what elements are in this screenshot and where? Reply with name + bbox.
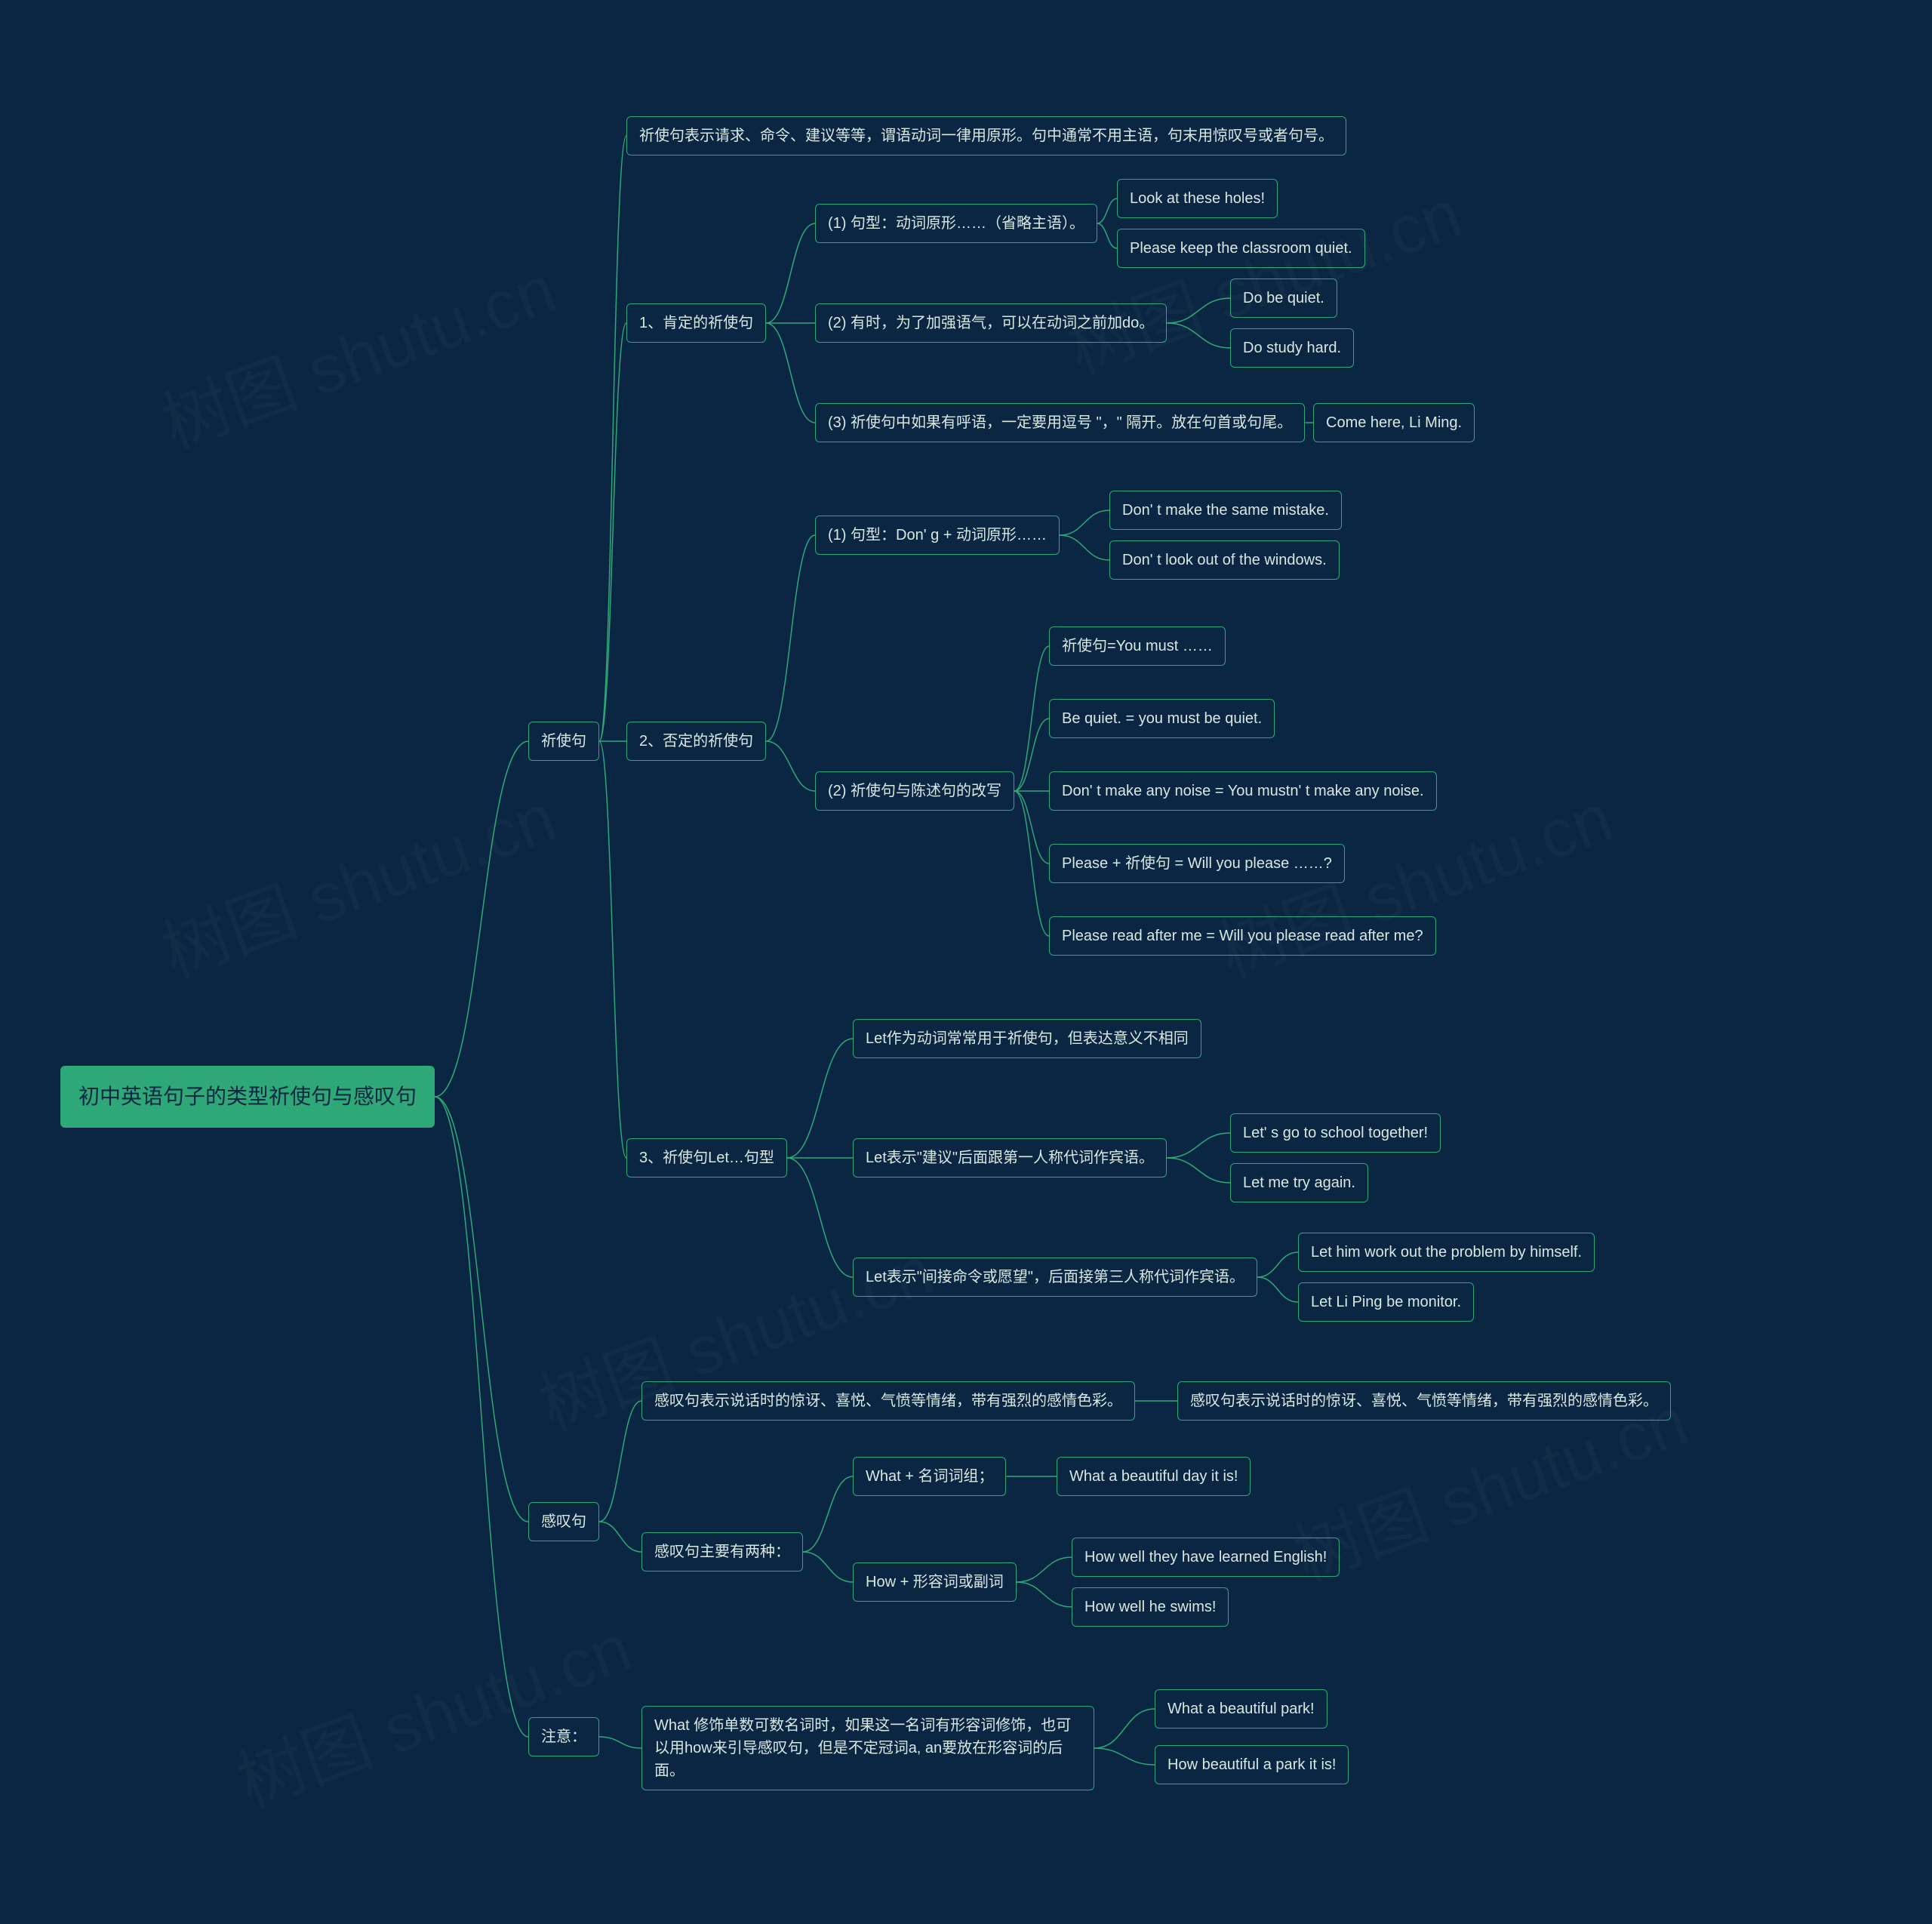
label: Don' t make the same mistake. bbox=[1122, 499, 1329, 522]
label: Please keep the classroom quiet. bbox=[1130, 237, 1352, 260]
leaf-c2-2a: 祈使句=You must …… bbox=[1049, 626, 1226, 666]
leaf-c1-2a: Do be quiet. bbox=[1230, 279, 1337, 318]
leaf-c3-3a: Let him work out the problem by himself. bbox=[1298, 1233, 1595, 1272]
node-d1r: 感叹句表示说话时的惊讶、喜悦、气愤等情绪，带有强烈的感情色彩。 bbox=[1177, 1381, 1671, 1421]
label: 2、否定的祈使句 bbox=[639, 730, 753, 753]
watermark: 树图 shutu.cn bbox=[146, 235, 567, 468]
node-e1: What 修饰单数可数名词时，如果这一名词有形容词修饰，也可以用how来引导感叹… bbox=[641, 1706, 1094, 1790]
label: Let表示"间接命令或愿望"，后面接第三人称代词作宾语。 bbox=[866, 1266, 1244, 1288]
label: Look at these holes! bbox=[1130, 187, 1265, 210]
node-c3-2: Let表示"建议"后面跟第一人称代词作宾语。 bbox=[853, 1138, 1167, 1177]
leaf-d2-2a: How well they have learned English! bbox=[1072, 1538, 1340, 1577]
leaf-e1a: What a beautiful park! bbox=[1155, 1689, 1327, 1729]
leaf-c2-2b: Be quiet. = you must be quiet. bbox=[1049, 699, 1275, 738]
label: 感叹句 bbox=[541, 1510, 586, 1533]
node-zhuyi: 注意： bbox=[528, 1717, 599, 1756]
label: How well they have learned English! bbox=[1084, 1546, 1327, 1568]
node-intro: 祈使句表示请求、命令、建议等等，谓语动词一律用原形。句中通常不用主语，句末用惊叹… bbox=[626, 116, 1346, 155]
leaf-c1-2b: Do study hard. bbox=[1230, 328, 1354, 368]
label: Please read after me = Will you please r… bbox=[1062, 925, 1423, 947]
label: 感叹句表示说话时的惊讶、喜悦、气愤等情绪，带有强烈的感情色彩。 bbox=[654, 1390, 1122, 1412]
label: Let Li Ping be monitor. bbox=[1311, 1291, 1461, 1313]
label: Let me try again. bbox=[1243, 1171, 1355, 1194]
label: 祈使句 bbox=[541, 730, 586, 753]
leaf-c2-2d: Please + 祈使句 = Will you please ……? bbox=[1049, 844, 1345, 883]
label: How + 形容词或副词 bbox=[866, 1571, 1004, 1593]
label: Let him work out the problem by himself. bbox=[1311, 1241, 1582, 1264]
label: 注意： bbox=[541, 1725, 586, 1748]
node-c1-2: (2) 有时，为了加强语气，可以在动词之前加do。 bbox=[815, 303, 1167, 343]
node-c1-1: (1) 句型：动词原形……（省略主语）。 bbox=[815, 204, 1097, 243]
node-c1-3: (3) 祈使句中如果有呼语，一定要用逗号 "，" 隔开。放在句首或句尾。 bbox=[815, 403, 1305, 442]
label: Do study hard. bbox=[1243, 337, 1341, 359]
label: 3、祈使句Let…句型 bbox=[639, 1147, 774, 1169]
leaf-c2-2c: Don' t make any noise = You mustn' t mak… bbox=[1049, 771, 1437, 811]
label: Be quiet. = you must be quiet. bbox=[1062, 707, 1262, 730]
leaf-c1-1a: Look at these holes! bbox=[1117, 179, 1278, 218]
node-c3-3: Let表示"间接命令或愿望"，后面接第三人称代词作宾语。 bbox=[853, 1258, 1257, 1297]
label: Don' t look out of the windows. bbox=[1122, 549, 1327, 571]
node-let: 3、祈使句Let…句型 bbox=[626, 1138, 787, 1177]
label: How beautiful a park it is! bbox=[1168, 1753, 1336, 1776]
leaf-c3-3b: Let Li Ping be monitor. bbox=[1298, 1282, 1474, 1322]
label: Do be quiet. bbox=[1243, 287, 1324, 309]
label: Let表示"建议"后面跟第一人称代词作宾语。 bbox=[866, 1147, 1154, 1169]
node-kendin: 1、肯定的祈使句 bbox=[626, 303, 766, 343]
label: Let作为动词常常用于祈使句，但表达意义不相同 bbox=[866, 1027, 1189, 1050]
label: 感叹句表示说话时的惊讶、喜悦、气愤等情绪，带有强烈的感情色彩。 bbox=[1190, 1390, 1658, 1412]
label: Let' s go to school together! bbox=[1243, 1122, 1428, 1144]
leaf-c3-2b: Let me try again. bbox=[1230, 1163, 1368, 1202]
label: What a beautiful park! bbox=[1168, 1698, 1315, 1720]
leaf-e1b: How beautiful a park it is! bbox=[1155, 1745, 1349, 1784]
label: Come here, Li Ming. bbox=[1326, 411, 1462, 434]
label: What a beautiful day it is! bbox=[1069, 1465, 1238, 1488]
node-gantan: 感叹句 bbox=[528, 1502, 599, 1541]
label: (1) 句型：动词原形……（省略主语）。 bbox=[828, 212, 1084, 235]
node-qishi: 祈使句 bbox=[528, 722, 599, 761]
label: 祈使句表示请求、命令、建议等等，谓语动词一律用原形。句中通常不用主语，句末用惊叹… bbox=[639, 125, 1334, 147]
leaf-c2-2e: Please read after me = Will you please r… bbox=[1049, 916, 1436, 956]
leaf-d2-2b: How well he swims! bbox=[1072, 1587, 1229, 1627]
label: (2) 祈使句与陈述句的改写 bbox=[828, 780, 1001, 802]
label: How well he swims! bbox=[1084, 1596, 1216, 1618]
node-d2: 感叹句主要有两种： bbox=[641, 1532, 803, 1572]
root-node: 初中英语句子的类型祈使句与感叹句 bbox=[60, 1066, 435, 1128]
leaf-c1-3a: Come here, Li Ming. bbox=[1313, 403, 1475, 442]
label: 祈使句=You must …… bbox=[1062, 635, 1213, 657]
node-fouding: 2、否定的祈使句 bbox=[626, 722, 766, 761]
label: Please + 祈使句 = Will you please ……? bbox=[1062, 852, 1332, 875]
label: What + 名词词组； bbox=[866, 1465, 993, 1488]
leaf-d2-1a: What a beautiful day it is! bbox=[1057, 1457, 1251, 1496]
label: (3) 祈使句中如果有呼语，一定要用逗号 "，" 隔开。放在句首或句尾。 bbox=[828, 411, 1292, 434]
label: (2) 有时，为了加强语气，可以在动词之前加do。 bbox=[828, 312, 1154, 334]
watermark: 树图 shutu.cn bbox=[222, 1593, 642, 1827]
leaf-c2-1a: Don' t make the same mistake. bbox=[1109, 491, 1342, 530]
watermark: 树图 shutu.cn bbox=[146, 763, 567, 996]
node-c2-1: (1) 句型：Don' g + 动词原形…… bbox=[815, 516, 1060, 555]
label: What 修饰单数可数名词时，如果这一名词有形容词修饰，也可以用how来引导感叹… bbox=[654, 1714, 1081, 1782]
label: 感叹句主要有两种： bbox=[654, 1541, 790, 1563]
label: Don' t make any noise = You mustn' t mak… bbox=[1062, 780, 1424, 802]
node-d2-1: What + 名词词组； bbox=[853, 1457, 1006, 1496]
label: (1) 句型：Don' g + 动词原形…… bbox=[828, 524, 1047, 546]
label: 1、肯定的祈使句 bbox=[639, 312, 753, 334]
node-d1: 感叹句表示说话时的惊讶、喜悦、气愤等情绪，带有强烈的感情色彩。 bbox=[641, 1381, 1135, 1421]
node-c3-1: Let作为动词常常用于祈使句，但表达意义不相同 bbox=[853, 1019, 1201, 1058]
root-label: 初中英语句子的类型祈使句与感叹句 bbox=[78, 1081, 417, 1113]
leaf-c1-1b: Please keep the classroom quiet. bbox=[1117, 229, 1365, 268]
node-c2-2: (2) 祈使句与陈述句的改写 bbox=[815, 771, 1014, 811]
leaf-c2-1b: Don' t look out of the windows. bbox=[1109, 540, 1340, 580]
leaf-c3-2a: Let' s go to school together! bbox=[1230, 1113, 1441, 1153]
node-d2-2: How + 形容词或副词 bbox=[853, 1562, 1017, 1602]
